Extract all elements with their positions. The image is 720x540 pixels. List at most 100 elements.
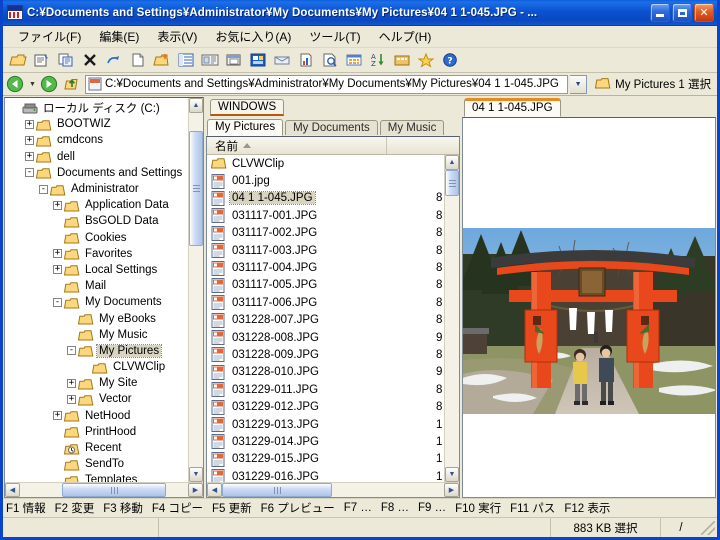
tree-item-local-settings[interactable]: + Local Settings (5, 262, 188, 278)
details-view-icon[interactable] (199, 50, 221, 71)
address-chevron-down-icon[interactable]: ▼ (570, 74, 588, 94)
tree-item-recent[interactable]: Recent (5, 440, 188, 456)
list-view-icon[interactable] (175, 50, 197, 71)
table-row[interactable]: 031117-001.JPG 8 (207, 207, 444, 224)
tab-my-music[interactable]: My Music (379, 120, 445, 135)
expand-icon[interactable]: + (67, 394, 76, 404)
column-header-name[interactable]: 名前 (207, 137, 387, 154)
delete-icon[interactable] (79, 50, 101, 71)
list-horizontal-scrollbar[interactable]: ◀ ▶ (207, 482, 459, 497)
tree-item-my-music[interactable]: My Music (5, 327, 188, 343)
tree-item-application-data[interactable]: + Application Data (5, 197, 188, 213)
tree-scroll-thumb[interactable] (189, 131, 203, 246)
copy-icon[interactable] (55, 50, 77, 71)
list-scroll-thumb[interactable] (445, 170, 459, 196)
menu-view[interactable]: 表示(V) (148, 26, 206, 47)
tree-hscroll-track[interactable] (20, 483, 188, 497)
menu-edit[interactable]: 編集(E) (90, 26, 148, 47)
fnkey-f4[interactable]: F4 コピー (152, 500, 203, 516)
thumbnail-view-icon[interactable] (343, 50, 365, 71)
table-row[interactable]: 031229-015.JPG 1 (207, 451, 444, 468)
file-list[interactable]: CLVWClip 001.jpg 04 1 1-045.JPG 8 031117-001… (207, 155, 444, 482)
archive-icon[interactable] (391, 50, 413, 71)
fnkey-f1[interactable]: F1 情報 (6, 500, 46, 516)
tree-item-bsgold-data[interactable]: BsGOLD Data (5, 213, 188, 229)
list-hscroll-thumb[interactable] (222, 483, 332, 497)
image-view-icon[interactable] (247, 50, 269, 71)
search-file-icon[interactable] (319, 50, 341, 71)
table-row[interactable]: 031228-009.JPG 8 (207, 346, 444, 363)
menu-file[interactable]: ファイル(F) (9, 26, 90, 47)
fnkey-f7[interactable]: F7 … (344, 502, 372, 514)
list-scroll-up-button[interactable]: ▲ (445, 155, 459, 170)
collapse-icon[interactable]: - (53, 297, 62, 307)
expand-icon[interactable]: + (53, 411, 62, 421)
tree-hscroll-thumb[interactable] (62, 483, 166, 497)
tree-item-cmdcons[interactable]: + cmdcons (5, 132, 188, 148)
tree-item-my-documents[interactable]: - My Documents (5, 294, 188, 310)
tree-item-bootwiz[interactable]: + BOOTWIZ (5, 116, 188, 132)
tree-item-sendto[interactable]: SendTo (5, 456, 188, 472)
fnkey-f12[interactable]: F12 表示 (564, 500, 610, 516)
tab-my-documents[interactable]: My Documents (285, 120, 378, 135)
table-row[interactable]: 001.jpg (207, 172, 444, 189)
favorites-star-icon[interactable] (415, 50, 437, 71)
tree-item-my-pictures[interactable]: - My Pictures (5, 343, 188, 359)
expand-icon[interactable]: + (53, 265, 62, 275)
menu-favorites[interactable]: お気に入り(A) (206, 26, 300, 47)
tree-horizontal-scrollbar[interactable]: ◀ ▶ (5, 482, 203, 497)
tree-scroll-up-button[interactable]: ▲ (189, 98, 203, 113)
collapse-icon[interactable]: - (39, 184, 48, 194)
minimize-button[interactable] (650, 3, 670, 22)
tree-vertical-scrollbar[interactable]: ▲ ▼ (188, 98, 203, 482)
tab-my-pictures[interactable]: My Pictures (207, 119, 284, 136)
tree-item-printhood[interactable]: PrintHood (5, 424, 188, 440)
expand-icon[interactable]: + (25, 135, 34, 145)
open-folder-icon[interactable] (7, 50, 29, 71)
resize-gripper[interactable] (701, 520, 715, 535)
table-row[interactable]: 031117-002.JPG 8 (207, 225, 444, 242)
table-row[interactable]: CLVWClip (207, 155, 444, 172)
folder-tree[interactable]: ローカル ディスク (C:) + BOOTWIZ + cmdcons + dell - Docu… (5, 98, 188, 482)
tab-windows[interactable]: WINDOWS (210, 99, 285, 116)
table-row[interactable]: 031228-008.JPG 9 (207, 329, 444, 346)
back-dropdown-chevron-down-icon[interactable]: ▼ (28, 75, 37, 93)
expand-icon[interactable]: + (67, 378, 76, 388)
tree-item-templates[interactable]: Templates (5, 472, 188, 482)
new-file-icon[interactable] (127, 50, 149, 71)
list-scroll-right-button[interactable]: ▶ (444, 483, 459, 497)
help-icon[interactable]: ? (439, 50, 461, 71)
tree-item-favorites[interactable]: + Favorites (5, 246, 188, 262)
envelope-icon[interactable] (271, 50, 293, 71)
list-hscroll-track[interactable] (222, 483, 444, 497)
expand-icon[interactable]: + (53, 200, 62, 210)
table-row[interactable]: 031229-014.JPG 1 (207, 433, 444, 450)
forward-arrow-icon[interactable] (39, 74, 60, 94)
table-row[interactable]: 031117-003.JPG 8 (207, 242, 444, 259)
fnkey-f6[interactable]: F6 プレビュー (261, 500, 335, 516)
tree-item-my-ebooks[interactable]: My eBooks (5, 310, 188, 326)
list-scroll-down-button[interactable]: ▼ (445, 467, 459, 482)
list-scroll-left-button[interactable]: ◀ (207, 483, 222, 497)
expand-icon[interactable]: + (25, 119, 34, 129)
fnkey-f2[interactable]: F2 変更 (55, 500, 95, 516)
menu-tools[interactable]: ツール(T) (300, 26, 369, 47)
tree-item-vector[interactable]: + Vector (5, 391, 188, 407)
tree-item-mail[interactable]: Mail (5, 278, 188, 294)
table-row[interactable]: 031229-012.JPG 8 (207, 398, 444, 415)
fnkey-f3[interactable]: F3 移動 (103, 500, 143, 516)
new-folder-icon[interactable] (151, 50, 173, 71)
table-row[interactable]: 031229-016.JPG 1 (207, 468, 444, 482)
tree-item-nethood[interactable]: + NetHood (5, 408, 188, 424)
sort-az-icon[interactable]: AZ (367, 50, 389, 71)
address-input[interactable]: C:¥Documents and Settings¥Administrator¥… (85, 74, 569, 94)
table-row[interactable]: 031117-006.JPG 8 (207, 294, 444, 311)
list-scroll-track[interactable] (445, 170, 459, 467)
table-row[interactable]: 031228-010.JPG 9 (207, 364, 444, 381)
fnkey-f8[interactable]: F8 … (381, 502, 409, 514)
tree-item-c[interactable]: ローカル ディスク (C:) (5, 100, 188, 116)
tree-item-my-site[interactable]: + My Site (5, 375, 188, 391)
table-row[interactable]: 031228-007.JPG 8 (207, 312, 444, 329)
maximize-button[interactable] (672, 3, 692, 22)
fnkey-f5[interactable]: F5 更新 (212, 500, 252, 516)
